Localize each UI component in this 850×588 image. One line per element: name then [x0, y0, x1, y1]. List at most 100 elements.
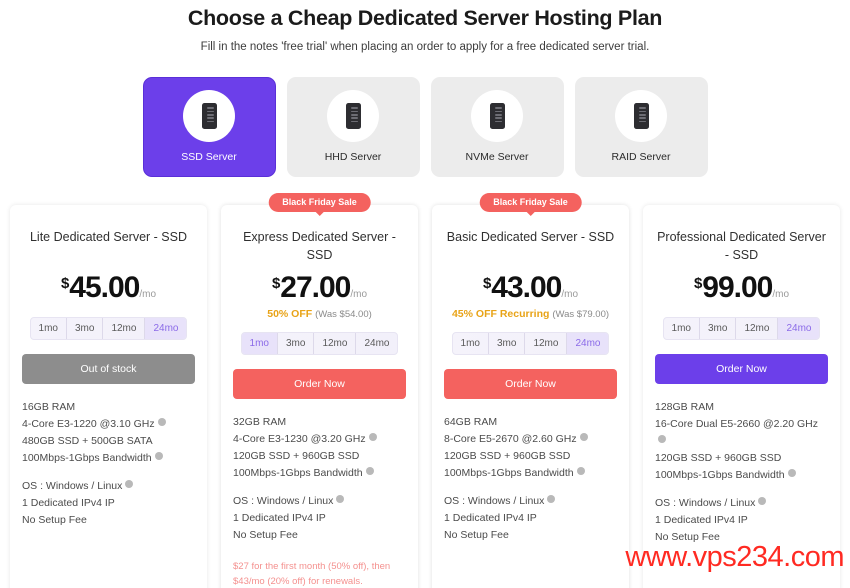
spec-item: 16-Core Dual E5-2660 @2.20 GHz	[655, 416, 828, 450]
order-now-button[interactable]: Order Now	[655, 354, 828, 385]
discount-label: 45% OFF Recurring (Was $79.00)	[444, 308, 617, 320]
spec-item: 120GB SSD + 960GB SSD	[444, 450, 571, 462]
duration-option-24mo[interactable]: 24mo	[778, 318, 820, 340]
price-period: /mo	[139, 289, 157, 300]
duration-selector: 1mo 3mo 12mo 24mo	[240, 332, 399, 356]
tab-nvme-server[interactable]: NVMe Server	[430, 76, 564, 177]
plan-title: Lite Dedicated Server - SSD	[29, 230, 187, 244]
tab-raid-server[interactable]: RAID Server	[574, 76, 708, 177]
spec-divider	[444, 482, 617, 493]
promo-note: $27 for the first month (50% off), then …	[233, 561, 391, 587]
spec-item: No Setup Fee	[233, 529, 298, 542]
info-icon[interactable]	[579, 433, 588, 441]
info-icon[interactable]	[787, 469, 796, 478]
pricing-card-grid: Lite Dedicated Server - SSD $45.00/mo 1mo 3…	[0, 193, 850, 588]
plan-title: Professional Dedicated Server - SSD	[657, 230, 826, 263]
price-period: /mo	[350, 289, 368, 301]
duration-option-24mo[interactable]: 24mo	[567, 333, 609, 354]
spec-item: No Setup Fee	[22, 514, 87, 526]
tab-icon-circle	[615, 90, 667, 143]
price-row: $99.00/mo	[655, 271, 828, 305]
info-icon[interactable]	[154, 452, 163, 460]
tab-icon-circle	[327, 90, 379, 143]
spec-list: 128GB RAM 16-Core Dual E5-2660 @2.20 GHz 1…	[655, 399, 828, 546]
duration-option-1mo[interactable]: 1mo	[31, 318, 67, 339]
spec-list: 16GB RAM 4-Core E3-1220 @3.10 GHz 480GB SS…	[22, 399, 195, 529]
spec-item: 32GB RAM	[233, 416, 287, 429]
price-row: $43.00/mo	[444, 271, 617, 305]
pricing-card: Black Friday Sale Express Dedicated Serve…	[221, 193, 418, 588]
info-icon[interactable]	[336, 495, 345, 504]
discount-percent: 50% OFF	[267, 308, 313, 321]
plan-title: Basic Dedicated Server - SSD	[446, 230, 615, 244]
duration-option-12mo[interactable]: 12mo	[314, 333, 357, 355]
original-price: (Was $54.00)	[315, 309, 372, 321]
duration-option-3mo[interactable]: 3mo	[67, 318, 104, 339]
info-icon[interactable]	[157, 418, 166, 426]
page-subtitle: Fill in the notes 'free trial' when plac…	[200, 40, 650, 53]
spec-item: 100Mbps-1Gbps Bandwidth	[22, 450, 195, 467]
duration-option-12mo[interactable]: 12mo	[103, 318, 146, 339]
duration-option-24mo[interactable]: 24mo	[145, 318, 187, 339]
page-header: Choose a Cheap Dedicated Server Hosting …	[0, 0, 850, 53]
order-now-button[interactable]: Order Now	[444, 369, 617, 399]
info-icon[interactable]	[576, 467, 585, 475]
spec-item: 120GB SSD + 960GB SSD	[233, 450, 360, 463]
spec-item: 1 Dedicated IPv4 IP	[233, 512, 326, 525]
server-tower-icon	[633, 103, 649, 130]
tab-hhd-server[interactable]: HHD Server	[286, 76, 420, 177]
spec-item: OS : Windows / Linux	[444, 493, 617, 510]
duration-option-3mo[interactable]: 3mo	[700, 318, 737, 340]
server-tower-icon	[489, 103, 505, 130]
duration-option-1mo[interactable]: 1mo	[664, 318, 700, 340]
server-tower-icon	[201, 103, 217, 130]
out-of-stock-button: Out of stock	[22, 354, 195, 384]
promo-badge: Black Friday Sale	[268, 193, 371, 212]
duration-selector: 1mo 3mo 12mo 24mo	[662, 317, 821, 341]
price-row: $45.00/mo	[22, 271, 195, 305]
order-now-button[interactable]: Order Now	[233, 369, 406, 400]
spec-item: OS : Windows / Linux	[22, 478, 195, 495]
discount-label: 50% OFF (Was $54.00)	[233, 308, 406, 320]
price-period: /mo	[772, 289, 790, 301]
info-icon[interactable]	[758, 497, 767, 506]
promo-badge: Black Friday Sale	[479, 193, 582, 212]
duration-option-12mo[interactable]: 12mo	[525, 333, 568, 354]
page-title: Choose a Cheap Dedicated Server Hosting …	[187, 6, 663, 30]
spec-divider	[655, 484, 828, 495]
tab-icon-circle	[183, 90, 235, 143]
pricing-page: Choose a Cheap Dedicated Server Hosting …	[0, 0, 850, 588]
spec-item: 1 Dedicated IPv4 IP	[655, 514, 748, 527]
pricing-card: Black Friday Sale Basic Dedicated Server …	[432, 193, 629, 588]
spec-item: OS : Windows / Linux	[655, 495, 828, 512]
info-icon[interactable]	[365, 467, 374, 476]
spec-item: 100Mbps-1Gbps Bandwidth	[444, 465, 617, 482]
price-row: $27.00/mo	[233, 271, 406, 305]
spec-item: 1 Dedicated IPv4 IP	[444, 512, 537, 524]
plan-title: Express Dedicated Server - SSD	[243, 230, 396, 263]
discount-percent: 45% OFF Recurring	[451, 308, 550, 320]
duration-option-3mo[interactable]: 3mo	[278, 333, 315, 355]
spec-divider	[22, 467, 195, 478]
duration-option-1mo[interactable]: 1mo	[453, 333, 489, 354]
spec-item: 120GB SSD + 960GB SSD	[655, 452, 782, 465]
server-tower-icon	[345, 103, 361, 130]
spec-divider	[233, 482, 406, 493]
info-icon[interactable]	[368, 433, 377, 442]
tab-icon-circle	[471, 90, 523, 143]
spec-item: OS : Windows / Linux	[233, 493, 406, 510]
tab-ssd-server[interactable]: SSD Server	[142, 76, 276, 177]
price-amount: 45.00	[69, 271, 140, 304]
info-icon[interactable]	[658, 435, 666, 444]
info-icon[interactable]	[125, 480, 134, 488]
duration-option-1mo[interactable]: 1mo	[241, 333, 278, 355]
duration-option-12mo[interactable]: 12mo	[736, 318, 779, 340]
info-icon[interactable]	[547, 495, 556, 503]
spec-list: 64GB RAM 8-Core E5-2670 @2.60 GHz 120GB SS…	[444, 414, 617, 544]
price-period: /mo	[561, 289, 579, 300]
spec-item: 100Mbps-1Gbps Bandwidth	[655, 467, 828, 484]
duration-option-24mo[interactable]: 24mo	[356, 333, 397, 354]
duration-option-3mo[interactable]: 3mo	[489, 333, 526, 354]
pricing-card: Professional Dedicated Server - SSD $99.0…	[643, 205, 840, 588]
duration-selector: 1mo 3mo 12mo 24mo	[29, 317, 188, 340]
